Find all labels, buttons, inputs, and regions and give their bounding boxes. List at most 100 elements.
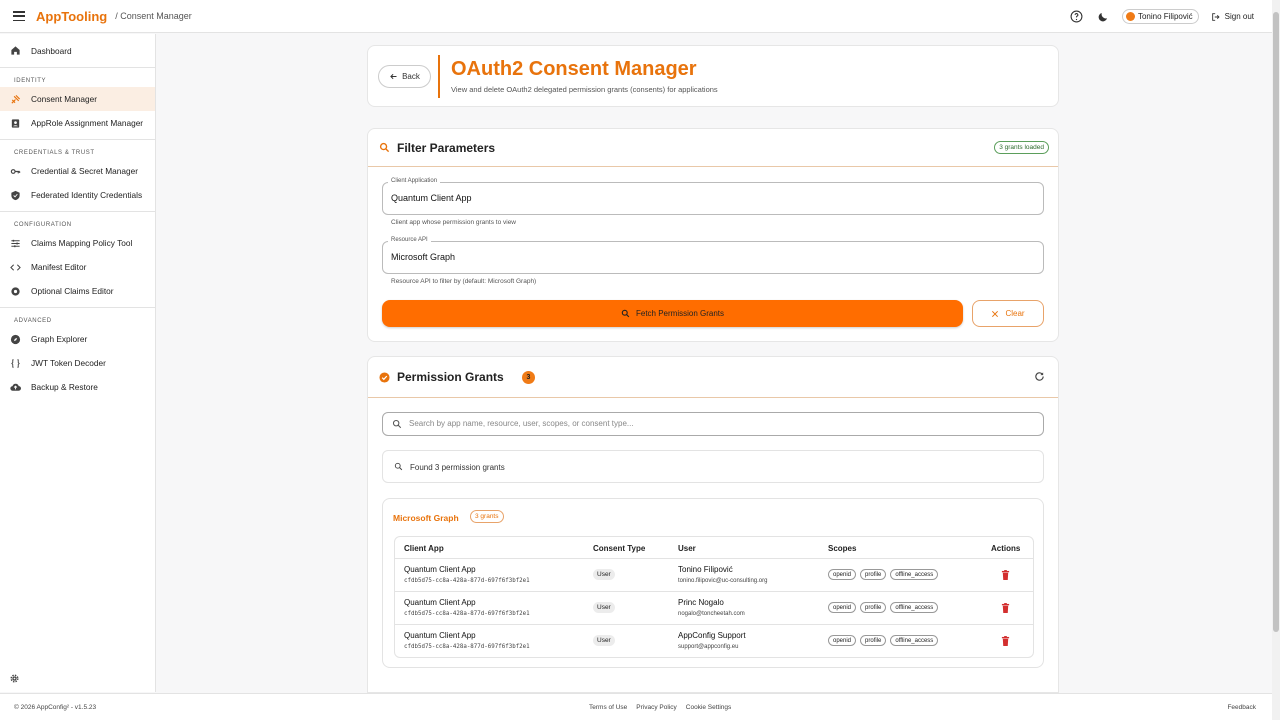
sidebar-item-label: Graph Explorer (31, 334, 88, 344)
breadcrumb: / Consent Manager (115, 11, 192, 21)
grants-table: Client App Consent Type User Scopes Acti… (394, 536, 1034, 658)
filter-card-header: Filter Parameters 3 grants loaded (368, 129, 1058, 167)
top-bar: AppTooling / Consent Manager Tonino Fili… (0, 0, 1272, 33)
row-user: Princ Nogalo (678, 598, 724, 607)
scope-chip: openid (828, 635, 857, 646)
trash-icon[interactable] (1001, 636, 1010, 646)
sidebar-item-label: Optional Claims Editor (31, 286, 114, 296)
resource-group-title: Microsoft Graph (393, 513, 459, 523)
client-application-input[interactable] (391, 193, 1031, 203)
privacy-link[interactable]: Privacy Policy (636, 704, 676, 711)
brand-logo[interactable]: AppTooling (36, 9, 107, 24)
page-subtitle: View and delete OAuth2 delegated permiss… (451, 85, 718, 94)
fetch-grants-button[interactable]: Fetch Permission Grants (382, 300, 963, 327)
client-application-label: Client Application (388, 178, 441, 184)
feedback-link[interactable]: Feedback (1227, 704, 1256, 711)
scope-chip: openid (828, 569, 857, 580)
back-label: Back (402, 72, 420, 81)
sidebar-item-credential-manager[interactable]: Credential & Secret Manager (0, 159, 155, 183)
scrollbar[interactable] (1272, 0, 1280, 720)
sidebar-item-label: Consent Manager (31, 94, 97, 104)
row-client-app: Quantum Client App (404, 598, 476, 607)
sliders-icon (11, 239, 20, 247)
row-client-app: Quantum Client App (404, 631, 476, 640)
sidebar-item-label: AppRole Assignment Manager (31, 118, 144, 128)
sidebar-item-label: Claims Mapping Policy Tool (31, 238, 133, 248)
grants-loaded-badge: 3 grants loaded (994, 141, 1049, 154)
cookie-settings-link[interactable]: Cookie Settings (686, 704, 732, 711)
row-client-id: cfdb5d75-cc8a-428a-877d-697f6f3bf2e1 (404, 578, 530, 584)
row-user: Tonino Filipović (678, 565, 733, 574)
grants-search-input[interactable] (409, 419, 1029, 428)
sidebar-item-label: Federated Identity Credentials (31, 190, 143, 200)
resource-api-input[interactable] (391, 252, 1031, 262)
user-chip[interactable]: Tonino Filipović (1121, 9, 1199, 24)
scope-chip: profile (860, 602, 887, 613)
signout-label: Sign out (1224, 12, 1254, 21)
moon-icon[interactable] (1096, 10, 1110, 24)
grants-search-box[interactable] (382, 412, 1044, 436)
user-name: Tonino Filipović (1137, 12, 1193, 21)
sidebar-item-label: Dashboard (31, 45, 72, 56)
filter-card: Filter Parameters 3 grants loaded Client… (367, 128, 1059, 342)
fetch-grants-label: Fetch Permission Grants (635, 309, 725, 318)
table-row[interactable]: Quantum Client App cfdb5d75-cc8a-428a-87… (395, 625, 1033, 657)
settings-gear-icon[interactable] (9, 673, 20, 684)
avatar (1125, 12, 1135, 21)
shield-icon (11, 190, 20, 200)
search-icon (621, 309, 630, 318)
signout-icon (1211, 12, 1220, 21)
scrollbar-thumb[interactable] (1273, 12, 1279, 632)
footer: © 2026 AppConfig² - v1.5.23 Terms of Use… (0, 693, 1272, 720)
help-icon[interactable] (1070, 10, 1084, 24)
table-row[interactable]: Quantum Client App cfdb5d75-cc8a-428a-87… (395, 559, 1033, 592)
scope-chip: offline_access (890, 635, 939, 646)
trash-icon[interactable] (1001, 603, 1010, 613)
table-row[interactable]: Quantum Client App cfdb5d75-cc8a-428a-87… (395, 592, 1033, 625)
row-scopes: openid profile offline_access (828, 569, 939, 580)
scope-chip: openid (828, 602, 857, 613)
row-email: support@appconfig.eu (678, 644, 739, 650)
sidebar-item-label: Manifest Editor (31, 262, 87, 272)
title-accent-bar (438, 55, 440, 98)
row-consent-type: User (593, 569, 615, 580)
found-results-box: Found 3 permission grants (382, 450, 1044, 483)
sidebar-item-approle[interactable]: AppRole Assignment Manager (0, 111, 155, 135)
sidebar-item-federated-credentials[interactable]: Federated Identity Credentials (0, 183, 155, 207)
code-icon (10, 263, 21, 271)
resource-group-badge: 3 grants (470, 510, 504, 523)
sidebar-item-claims-mapping[interactable]: Claims Mapping Policy Tool (0, 231, 155, 255)
resource-api-field[interactable]: Resource API (382, 237, 1044, 274)
trash-icon[interactable] (1001, 570, 1010, 580)
clear-button[interactable]: Clear (972, 300, 1044, 327)
consent-icon (11, 94, 21, 104)
sidebar-item-dashboard[interactable]: Dashboard (0, 34, 155, 67)
sidebar-item-backup-restore[interactable]: Backup & Restore (0, 375, 155, 399)
sidebar-item-graph-explorer[interactable]: Graph Explorer (0, 327, 155, 351)
client-application-field[interactable]: Client Application (382, 178, 1044, 215)
row-client-app: Quantum Client App (404, 565, 476, 574)
column-actions: Actions (991, 544, 1021, 553)
sidebar-item-optional-claims[interactable]: Optional Claims Editor (0, 279, 155, 303)
sidebar-item-manifest-editor[interactable]: Manifest Editor (0, 255, 155, 279)
terms-link[interactable]: Terms of Use (589, 704, 627, 711)
resource-group: Microsoft Graph 3 grants Client App Cons… (382, 498, 1044, 668)
sidebar-item-jwt-decoder[interactable]: JWT Token Decoder (0, 351, 155, 375)
sidebar-item-consent-manager[interactable]: Consent Manager (0, 87, 155, 111)
page-header-card: Back OAuth2 Consent Manager View and del… (367, 45, 1059, 107)
client-application-hint: Client app whose permission grants to vi… (391, 219, 517, 226)
grants-card-header: Permission Grants 3 (368, 357, 1058, 398)
page-title: OAuth2 Consent Manager (451, 58, 697, 80)
menu-icon[interactable] (13, 11, 25, 21)
key-icon (10, 168, 21, 174)
close-icon (992, 310, 999, 317)
resource-api-hint: Resource API to filter by (default: Micr… (391, 278, 537, 285)
back-button[interactable]: Back (378, 65, 431, 88)
refresh-icon[interactable] (1034, 371, 1045, 382)
settings-icon (11, 286, 20, 296)
found-results-text: Found 3 permission grants (410, 463, 505, 472)
scope-chip: profile (860, 635, 887, 646)
signout-button[interactable]: Sign out (1211, 12, 1254, 22)
search-icon (394, 462, 403, 471)
row-client-id: cfdb5d75-cc8a-428a-877d-697f6f3bf2e1 (404, 644, 530, 650)
